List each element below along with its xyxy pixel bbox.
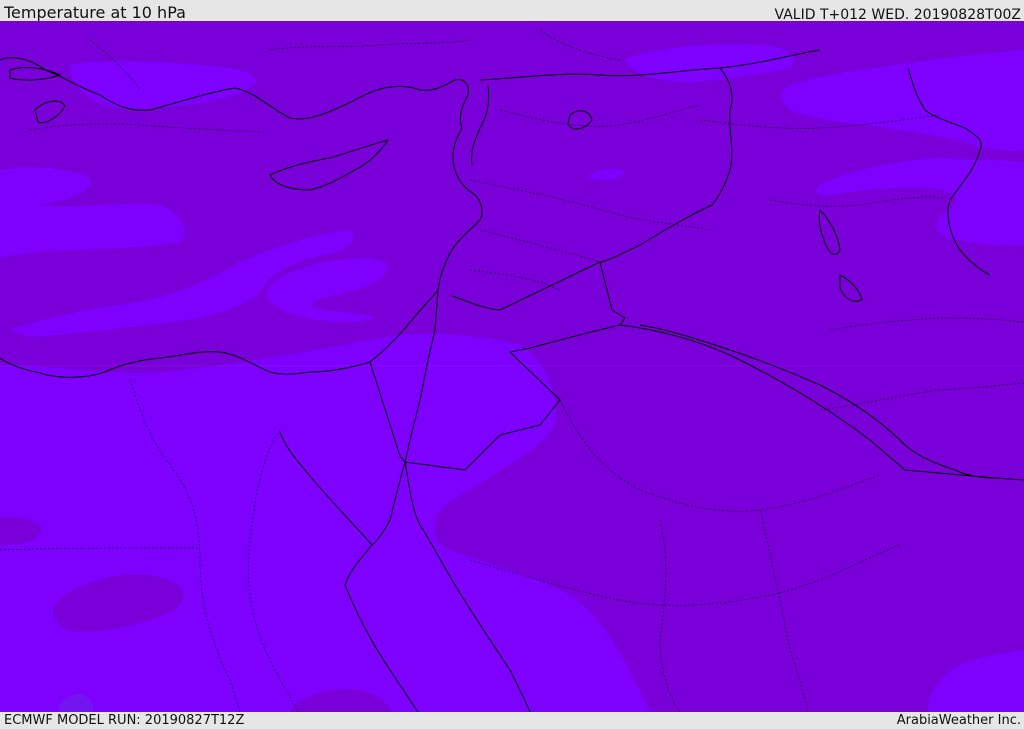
temperature-map[interactable] [0,21,1024,712]
map-title: Temperature at 10 hPa [4,3,186,22]
credit-label: ArabiaWeather Inc. [896,713,1021,728]
map-header: Temperature at 10 hPa VALID T+012 WED. 2… [0,0,1024,23]
model-run: ECMWF MODEL RUN: 20190827T12Z [4,713,245,728]
map-footer: ECMWF MODEL RUN: 20190827T12Z ArabiaWeat… [0,712,1024,729]
